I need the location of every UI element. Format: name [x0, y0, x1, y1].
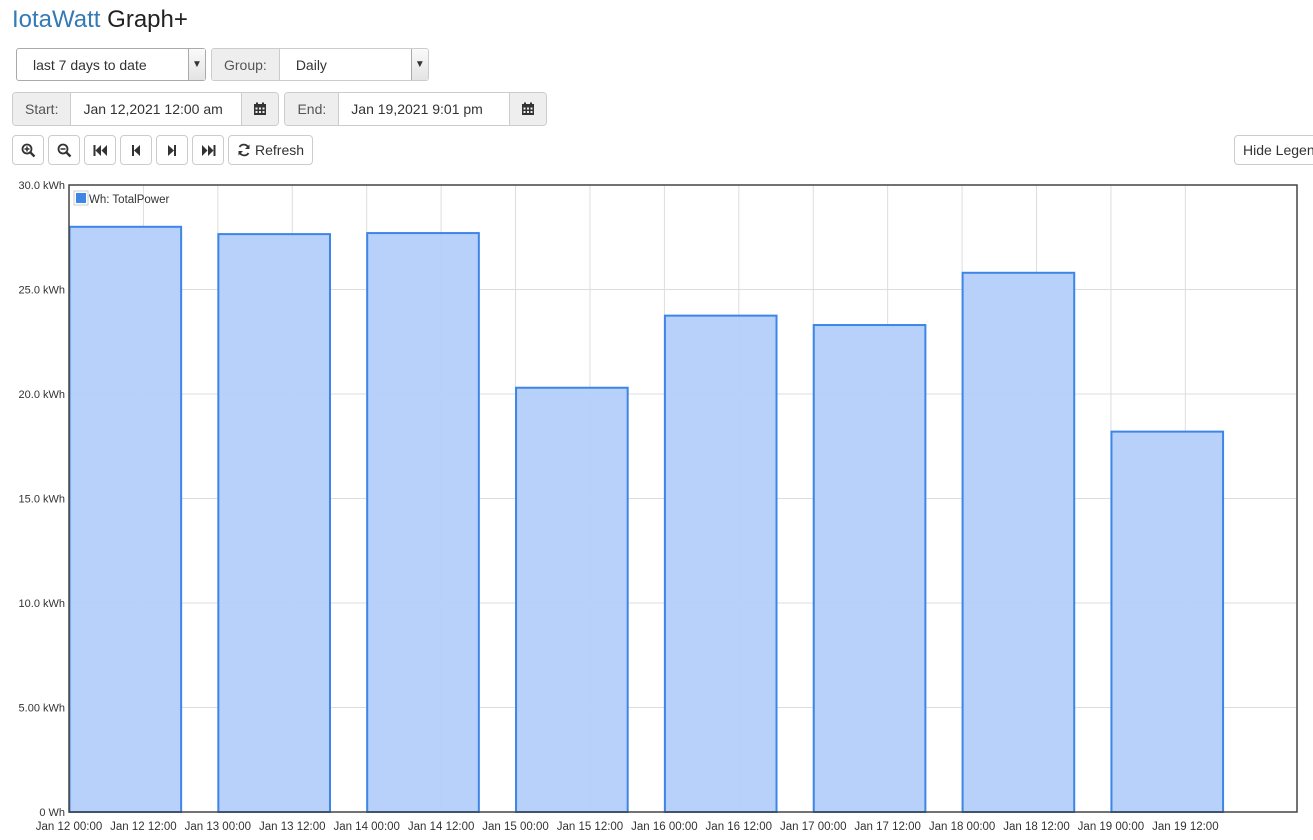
x-tick-label: Jan 13 12:00 — [259, 821, 326, 833]
usage-chart: 0 Wh 5.00 kWh 10.0 kWh 15.0 kWh 20.0 kWh 25.0… — [19, 180, 1298, 833]
x-tick-label: Jan 15 12:00 — [557, 821, 624, 833]
bar-jan-19[interactable] — [1110, 430, 1225, 813]
bar-jan-12[interactable] — [68, 225, 183, 814]
bar-jan-14[interactable] — [366, 232, 480, 813]
y-tick-label: 15.0 kWh — [19, 494, 65, 506]
bar-jan-13[interactable] — [217, 233, 331, 814]
x-tick-label: Jan 15 00:00 — [482, 821, 549, 833]
x-tick-label: Jan 17 00:00 — [780, 821, 847, 833]
y-tick-label: 30.0 kWh — [19, 180, 65, 192]
y-tick-label: 25.0 kWh — [19, 285, 65, 297]
x-tick-label: Jan 12 12:00 — [110, 821, 177, 833]
x-tick-label: Jan 12 00:00 — [36, 821, 103, 833]
x-tick-label: Jan 16 00:00 — [631, 821, 698, 833]
x-tick-label: Jan 19 00:00 — [1078, 821, 1145, 833]
bar-jan-16[interactable] — [663, 314, 778, 813]
x-tick-label: Jan 17 12:00 — [854, 821, 921, 833]
x-tick-label: Jan 16 12:00 — [706, 821, 773, 833]
x-tick-label: Jan 18 12:00 — [1003, 821, 1070, 833]
x-tick-label: Jan 13 00:00 — [185, 821, 252, 833]
y-tick-label: 20.0 kWh — [19, 389, 65, 401]
x-tick-label: Jan 14 00:00 — [333, 821, 400, 833]
x-tick-label: Jan 19 12:00 — [1152, 821, 1219, 833]
bar-jan-17[interactable] — [812, 324, 927, 813]
legend-swatch — [76, 193, 86, 203]
bar-jan-15[interactable] — [515, 386, 629, 813]
x-tick-label: Jan 18 00:00 — [929, 821, 996, 833]
y-tick-label: 0 Wh — [39, 807, 65, 819]
y-tick-label: 10.0 kWh — [19, 598, 65, 610]
bar-jan-18[interactable] — [961, 271, 1076, 813]
x-tick-label: Jan 14 12:00 — [408, 821, 475, 833]
legend-label: Wh: TotalPower — [89, 194, 169, 206]
y-tick-label: 5.00 kWh — [19, 703, 65, 715]
